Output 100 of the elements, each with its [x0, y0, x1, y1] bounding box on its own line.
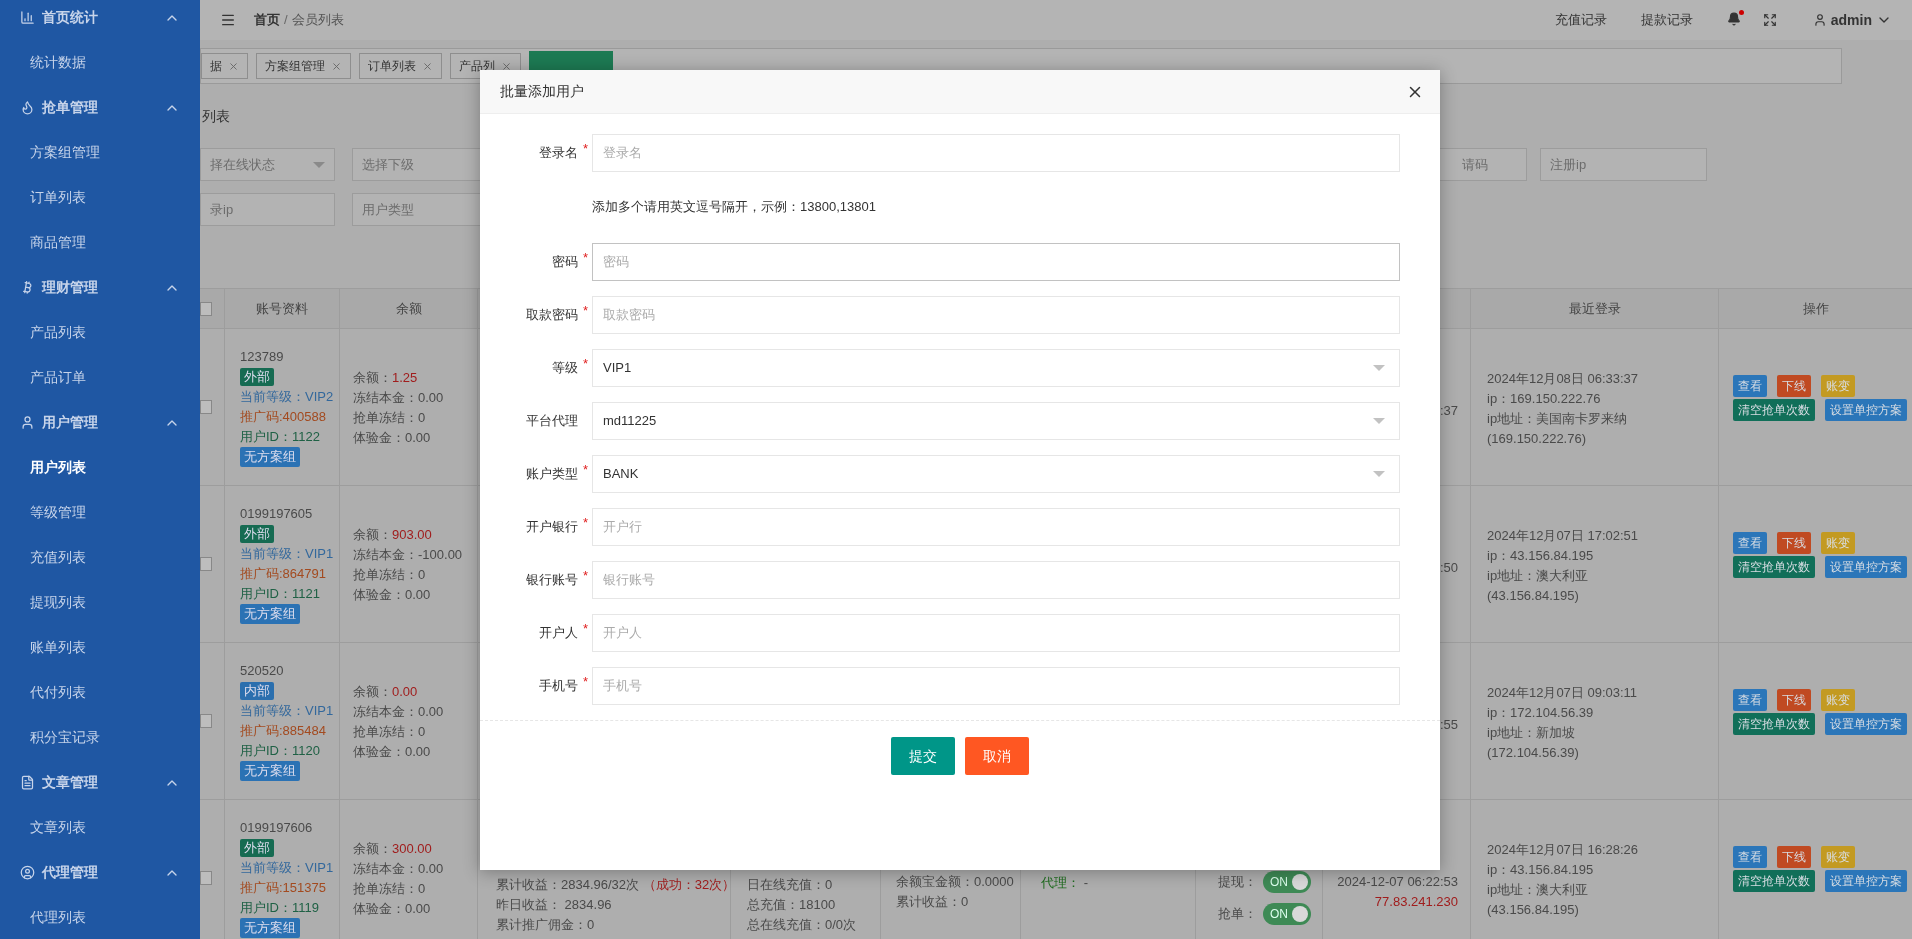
header-link[interactable]: 充值记录	[1554, 10, 1607, 30]
login-text: ip：172.104.56.39	[1487, 704, 1594, 722]
input-field[interactable]: 注册ip	[1540, 148, 1707, 181]
level-text: 当前等级：VIP2	[240, 388, 334, 406]
input-field[interactable]: 登录名	[592, 134, 1400, 172]
action-button[interactable]: 清空抢单次数	[1733, 556, 1815, 578]
action-button[interactable]: 下线	[1777, 846, 1811, 868]
page-tab[interactable]: 方案组管理	[256, 53, 351, 79]
sidebar-item[interactable]: 方案组管理	[0, 130, 200, 175]
action-button[interactable]: 设置单控方案	[1825, 556, 1907, 578]
checkbox[interactable]	[200, 871, 212, 885]
group-badge[interactable]: 无方案组	[240, 918, 300, 938]
action-button[interactable]: 下线	[1777, 689, 1811, 711]
yuebao-text: 余额宝金额：0.0000	[896, 873, 1014, 891]
page-tab[interactable]: 订单列表	[359, 53, 442, 79]
sidebar-group[interactable]: 用户管理	[0, 400, 200, 445]
breadcrumb-separator: /	[284, 11, 288, 30]
group-label: 代理管理	[42, 863, 99, 882]
column-header: 账号资料	[256, 299, 308, 318]
sidebar-group[interactable]: 首页统计	[0, 0, 200, 40]
sidebar-item[interactable]: 商品管理	[0, 220, 200, 265]
action-button[interactable]: 下线	[1777, 375, 1811, 397]
select-field[interactable]: BANK	[592, 455, 1400, 493]
sidebar-item[interactable]: 积分宝记录	[0, 715, 200, 760]
action-button[interactable]: 清空抢单次数	[1733, 399, 1815, 421]
close-icon[interactable]	[501, 60, 512, 72]
login-text: 2024年12月07日 16:28:26	[1487, 841, 1639, 859]
input-field[interactable]: 密码	[592, 243, 1400, 281]
sidebar-item[interactable]: 统计数据	[0, 40, 200, 85]
breadcrumb-link[interactable]: 首页	[254, 10, 280, 30]
user-name[interactable]: admin	[1830, 9, 1872, 31]
header-link[interactable]: 提款记录	[1640, 10, 1693, 30]
level-text: 当前等级：VIP1	[240, 702, 334, 720]
group-badge[interactable]: 无方案组	[240, 447, 300, 467]
level-text: 当前等级：VIP1	[240, 859, 334, 877]
group-icon	[20, 775, 35, 790]
action-button[interactable]: 清空抢单次数	[1733, 870, 1815, 892]
input-field[interactable]: 取款密码	[592, 296, 1400, 334]
action-button[interactable]: 设置单控方案	[1825, 399, 1907, 421]
sidebar-group[interactable]: 文章管理	[0, 760, 200, 805]
recharge-text: 总充值：18100	[747, 896, 836, 914]
sidebar-item[interactable]: 提现列表	[0, 580, 200, 625]
action-button[interactable]: 查看	[1733, 689, 1767, 711]
menu-icon[interactable]	[220, 12, 236, 28]
balance-text: 余额：300.00	[353, 840, 432, 858]
action-button[interactable]: 查看	[1733, 375, 1767, 397]
field-label: 密码	[552, 253, 578, 272]
switch-label: 提现：	[1218, 873, 1257, 891]
checkbox[interactable]	[200, 557, 212, 571]
dialog-button[interactable]: 取消	[965, 737, 1029, 775]
action-button[interactable]: 清空抢单次数	[1733, 713, 1815, 735]
login-text: (43.156.84.195)	[1487, 901, 1579, 919]
fullscreen-icon[interactable]	[1762, 13, 1777, 27]
toggle-switch[interactable]: ON	[1263, 871, 1311, 893]
login-text: ip地址：澳大利亚	[1487, 567, 1589, 585]
sidebar-item[interactable]: 用户列表	[0, 445, 200, 490]
input-field[interactable]: 开户人	[592, 614, 1400, 652]
select-field[interactable]: VIP1	[592, 349, 1400, 387]
sidebar-item[interactable]: 账单列表	[0, 625, 200, 670]
select-field[interactable]: md11225	[592, 402, 1400, 440]
sidebar-item[interactable]: 代理列表	[0, 895, 200, 939]
input-field[interactable]: 手机号	[592, 667, 1400, 705]
checkbox[interactable]	[200, 400, 212, 414]
action-button[interactable]: 下线	[1777, 532, 1811, 554]
sidebar-group[interactable]: 抢单管理	[0, 85, 200, 130]
sidebar-item[interactable]: 等级管理	[0, 490, 200, 535]
input-field[interactable]: 开户行	[592, 508, 1400, 546]
select-field[interactable]: 择在线状态	[200, 148, 335, 181]
sidebar-item[interactable]: 代付列表	[0, 670, 200, 715]
dialog-button[interactable]: 提交	[891, 737, 955, 775]
account-name: 0199197606	[240, 819, 313, 837]
checkbox[interactable]	[200, 301, 212, 316]
group-badge[interactable]: 无方案组	[240, 604, 300, 624]
input-field[interactable]: 录ip	[200, 193, 335, 226]
input-field[interactable]: 请码	[1437, 148, 1527, 181]
required-mark: *	[582, 567, 588, 586]
sidebar-item[interactable]: 产品订单	[0, 355, 200, 400]
caret-icon	[1373, 471, 1385, 477]
sidebar-item[interactable]: 文章列表	[0, 805, 200, 850]
action-button[interactable]: 查看	[1733, 532, 1767, 554]
checkbox[interactable]	[200, 714, 212, 728]
action-button[interactable]: 设置单控方案	[1825, 713, 1907, 735]
action-button[interactable]: 设置单控方案	[1825, 870, 1907, 892]
input-field[interactable]: 银行账号	[592, 561, 1400, 599]
group-badge[interactable]: 无方案组	[240, 761, 300, 781]
sidebar-group[interactable]: 代理管理	[0, 850, 200, 895]
sidebar-item[interactable]: 充值列表	[0, 535, 200, 580]
login-text: ip地址：新加坡	[1487, 724, 1576, 742]
group-label: 抢单管理	[42, 98, 99, 117]
action-button[interactable]: 查看	[1733, 846, 1767, 868]
page-tab[interactable]: 据	[201, 53, 248, 79]
bell-icon[interactable]	[1726, 12, 1741, 28]
sidebar-group[interactable]: 理财管理	[0, 265, 200, 310]
sidebar-item[interactable]: 产品列表	[0, 310, 200, 355]
sidebar-item[interactable]: 订单列表	[0, 175, 200, 220]
breadcrumb-link[interactable]: 会员列表	[291, 10, 344, 30]
toggle-switch[interactable]: ON	[1263, 903, 1311, 925]
user-id: 用户ID：1121	[240, 585, 320, 603]
balance-detail: 体验金：0.00	[353, 900, 431, 918]
balance-detail: 抢单冻结：0	[353, 880, 426, 898]
